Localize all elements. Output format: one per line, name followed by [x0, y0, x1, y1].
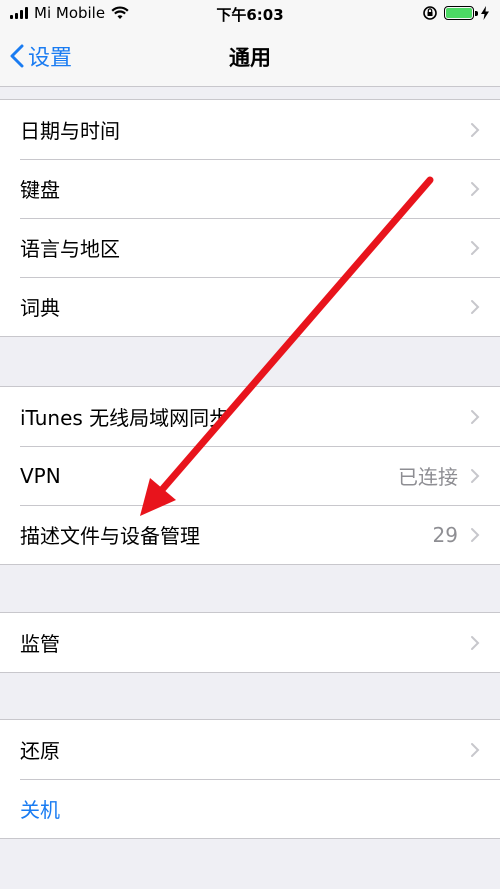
annotation-arrow-icon: [140, 176, 434, 516]
